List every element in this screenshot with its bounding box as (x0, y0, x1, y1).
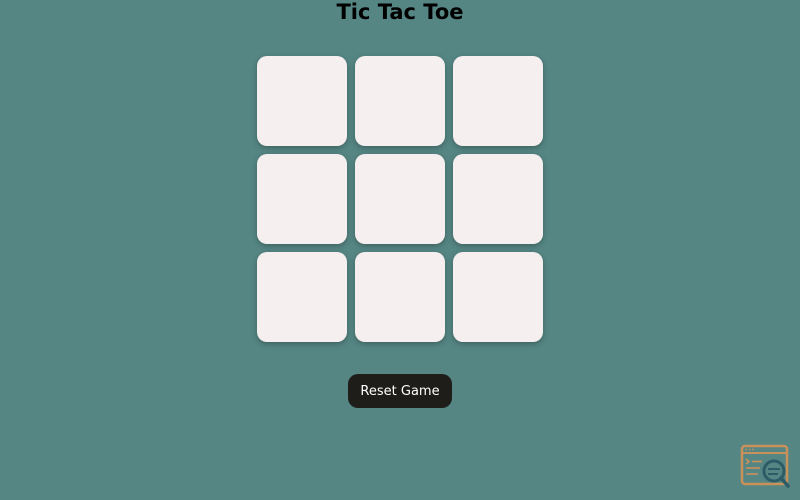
board-cell-1[interactable] (257, 56, 347, 146)
reset-game-button[interactable]: Reset Game (348, 374, 452, 408)
page-title: Tic Tac Toe (336, 0, 464, 24)
board-cell-9[interactable] (453, 252, 543, 342)
code-search-icon[interactable] (740, 444, 792, 490)
board-cell-6[interactable] (453, 154, 543, 244)
game-board (257, 56, 543, 342)
board-cell-4[interactable] (257, 154, 347, 244)
board-cell-7[interactable] (257, 252, 347, 342)
board-cell-2[interactable] (355, 56, 445, 146)
board-cell-8[interactable] (355, 252, 445, 342)
board-cell-5[interactable] (355, 154, 445, 244)
board-cell-3[interactable] (453, 56, 543, 146)
